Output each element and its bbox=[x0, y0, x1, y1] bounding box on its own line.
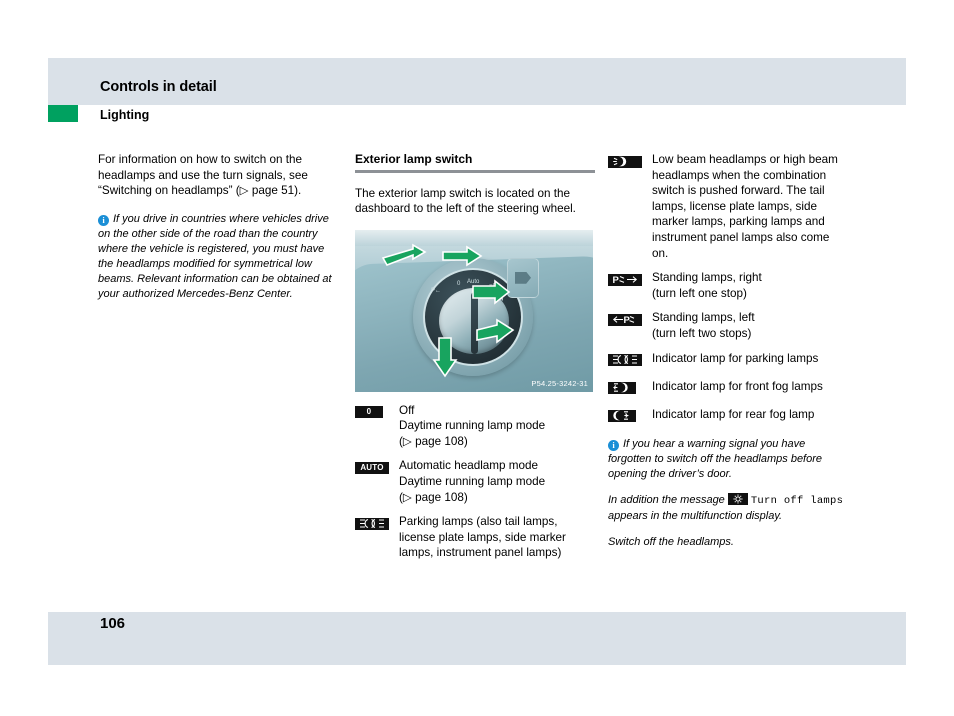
badge-cell: 0 bbox=[355, 403, 399, 422]
lamp-switch-auto-icon: AUTO bbox=[355, 462, 389, 475]
badge-cell: AUTO bbox=[355, 458, 399, 477]
parking-lamps-icon bbox=[355, 518, 389, 531]
badge-cell bbox=[608, 407, 652, 426]
right-note-text: If you hear a warning signal you have fo… bbox=[608, 437, 823, 480]
right-action-text: Switch off the headlamps. bbox=[608, 535, 734, 548]
legend-line: Automatic headlamp mode bbox=[399, 459, 539, 473]
legend-line: Daytime running lamp mode bbox=[399, 419, 546, 433]
heading-rule bbox=[355, 170, 595, 173]
legend-line: Indicator lamp for rear fog lamp bbox=[652, 407, 815, 421]
legend-line: lamps, license plate lamps, side bbox=[652, 199, 818, 213]
legend-line: license plate lamps, side marker bbox=[399, 530, 566, 544]
section-color-tab bbox=[48, 105, 78, 122]
lamp-symbol-icon bbox=[727, 492, 748, 505]
section-title: Lighting bbox=[100, 108, 150, 122]
legend-text: Indicator lamp for parking lamps bbox=[652, 351, 848, 367]
standing-lamps-left-icon: P bbox=[608, 314, 642, 327]
legend-item-parking-lamps-indicator: Indicator lamp for parking lamps bbox=[608, 351, 848, 370]
legend-line: Low beam headlamps or high beam bbox=[652, 153, 838, 166]
right-legend-list: Low beam headlamps or high beam headlamp… bbox=[608, 152, 848, 426]
left-column: For information on how to switch on the … bbox=[98, 152, 334, 302]
mfd-message-suffix: appears in the multifunction display. bbox=[608, 509, 783, 522]
legend-text: Indicator lamp for front fog lamps bbox=[652, 379, 848, 395]
badge-cell bbox=[608, 379, 652, 398]
standing-lamps-right-icon: P bbox=[608, 273, 642, 286]
front-fog-lamp-icon bbox=[608, 382, 636, 395]
right-note: i If you hear a warning signal you have f… bbox=[608, 437, 848, 482]
legend-line: on. bbox=[652, 246, 669, 260]
legend-line: Daytime running lamp mode bbox=[399, 475, 546, 489]
legend-line: switch is pushed forward. The tail bbox=[652, 184, 825, 198]
legend-line: Standing lamps, left bbox=[652, 311, 755, 325]
badge-cell bbox=[355, 514, 399, 533]
legend-line: (▷ page 108) bbox=[399, 490, 468, 504]
legend-item-standing-lamps-right: P Standing lamps, right (turn left one s… bbox=[608, 270, 848, 301]
left-note: i If you drive in countries where vehicle… bbox=[98, 212, 334, 302]
page-title: Controls in detail bbox=[100, 79, 217, 95]
legend-text: Indicator lamp for rear fog lamp bbox=[652, 407, 848, 423]
legend-text: Automatic headlamp mode Daytime running … bbox=[399, 458, 595, 505]
legend-line: (turn left two stops) bbox=[652, 326, 752, 340]
legend-text: Low beam headlamps or high beam headlamp… bbox=[652, 152, 848, 261]
exterior-lamp-switch-heading: Exterior lamp switch bbox=[355, 152, 473, 166]
legend-item-parking-lamps: Parking lamps (also tail lamps, license … bbox=[355, 514, 595, 561]
left-intro-text: For information on how to switch on the … bbox=[98, 153, 308, 198]
right-column: Low beam headlamps or high beam headlamp… bbox=[608, 152, 848, 550]
exterior-lamp-switch-figure: 0 Auto ≡D ◐ ◑ ☼ P← P54.25-3242-31 bbox=[355, 229, 593, 392]
legend-line: Off bbox=[399, 403, 415, 417]
middle-legend-list: 0 Off Daytime running lamp mode (▷ page … bbox=[355, 403, 595, 561]
legend-item-front-fog: Indicator lamp for front fog lamps bbox=[608, 379, 848, 398]
legend-line: Standing lamps, right bbox=[652, 271, 762, 285]
legend-line: instrument panel lamps also come bbox=[652, 230, 830, 244]
mfd-message-paragraph: In addition the message Turn off lamps ap… bbox=[608, 492, 848, 524]
middle-column: Exterior lamp switch The exterior lamp s… bbox=[355, 152, 595, 570]
badge-cell: P bbox=[608, 270, 652, 289]
low-beam-headlamp-icon bbox=[608, 155, 642, 168]
legend-line: (▷ page 108) bbox=[399, 434, 468, 448]
rear-fog-lamp-icon bbox=[608, 410, 636, 423]
info-icon: i bbox=[98, 214, 109, 226]
badge-cell bbox=[608, 351, 652, 370]
legend-line: headlamps when the combination bbox=[652, 168, 827, 182]
mfd-message-text: Turn off lamps bbox=[750, 494, 844, 507]
legend-item-low-beam: Low beam headlamps or high beam headlamp… bbox=[608, 152, 848, 261]
legend-line: Indicator lamp for parking lamps bbox=[652, 351, 819, 365]
figure-code: P54.25-3242-31 bbox=[531, 378, 588, 388]
footer-band bbox=[48, 612, 906, 665]
lamp-switch-off-icon: 0 bbox=[355, 406, 383, 419]
legend-item-standing-lamps-left: P Standing lamps, left (turn left two st… bbox=[608, 310, 848, 341]
legend-text: Standing lamps, left (turn left two stop… bbox=[652, 310, 848, 341]
legend-item-off: 0 Off Daytime running lamp mode (▷ page … bbox=[355, 403, 595, 450]
parking-lamps-indicator-icon bbox=[608, 354, 642, 367]
svg-text:P: P bbox=[613, 275, 620, 285]
badge-cell: P bbox=[608, 310, 652, 329]
mfd-message-prefix: In addition the message bbox=[608, 493, 725, 506]
page-number: 106 bbox=[100, 615, 126, 632]
legend-line: lamps, instrument panel lamps) bbox=[399, 546, 562, 560]
exterior-lamp-switch-body: The exterior lamp switch is located on t… bbox=[355, 186, 576, 216]
rotation-arrows bbox=[381, 243, 515, 378]
legend-text: Standing lamps, right (turn left one sto… bbox=[652, 270, 848, 301]
legend-line: Indicator lamp for front fog lamps bbox=[652, 379, 823, 393]
legend-item-rear-fog: Indicator lamp for rear fog lamp bbox=[608, 407, 848, 426]
badge-cell bbox=[608, 152, 652, 171]
legend-line: Parking lamps (also tail lamps, bbox=[399, 515, 558, 529]
info-icon: i bbox=[608, 439, 619, 451]
svg-text:P: P bbox=[624, 315, 631, 325]
legend-item-auto: AUTO Automatic headlamp mode Daytime run… bbox=[355, 458, 595, 505]
left-note-text: If you drive in countries where vehicles… bbox=[98, 212, 332, 300]
legend-text: Off Daytime running lamp mode (▷ page 10… bbox=[399, 403, 595, 450]
legend-line: (turn left one stop) bbox=[652, 286, 747, 300]
legend-text: Parking lamps (also tail lamps, license … bbox=[399, 514, 595, 561]
legend-line: marker lamps, parking lamps and bbox=[652, 215, 825, 229]
